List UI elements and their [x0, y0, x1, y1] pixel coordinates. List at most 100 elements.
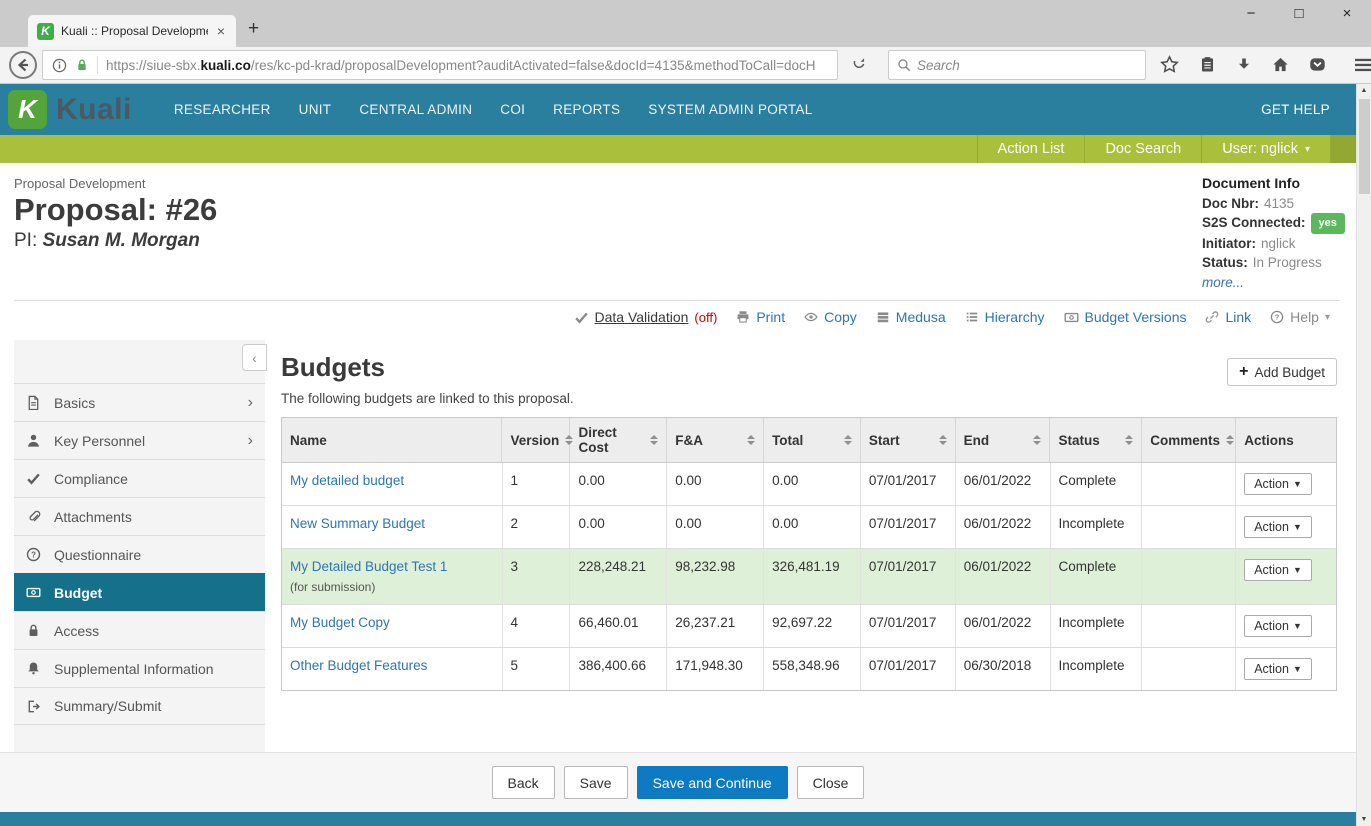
save-and-continue-button[interactable]: Save and Continue	[637, 766, 788, 799]
column-header-start[interactable]: Start	[861, 418, 956, 462]
toolbar-item-hierarchy[interactable]: Hierarchy	[965, 309, 1045, 325]
column-header-status[interactable]: Status	[1050, 418, 1142, 462]
toolbar-item-medusa[interactable]: Medusa	[876, 309, 946, 325]
toolbar-item-link[interactable]: Link	[1205, 309, 1251, 325]
clipboard-icon[interactable]	[1199, 56, 1216, 73]
sort-icon[interactable]	[747, 435, 755, 445]
browser-tab[interactable]: K Kuali :: Proposal Developme ×	[28, 15, 236, 47]
bookmark-star-icon[interactable]	[1160, 55, 1179, 74]
sort-icon[interactable]	[1226, 435, 1234, 445]
url-bar[interactable]: https://siue-sbx.kuali.co/res/kc-pd-krad…	[42, 50, 838, 80]
sidebar-item-supplemental-information[interactable]: Supplemental Information	[14, 649, 265, 687]
toolbar-item-data-validation[interactable]: Data Validation (off)	[574, 309, 718, 325]
budget-name-link[interactable]: My Detailed Budget Test 1	[290, 559, 447, 574]
sidebar-item-compliance[interactable]: Compliance	[14, 459, 265, 497]
nav-item-system-admin-portal[interactable]: SYSTEM ADMIN PORTAL	[648, 102, 812, 117]
lock-secure-icon[interactable]	[75, 58, 89, 72]
close-button[interactable]: Close	[797, 766, 865, 799]
portal-item-action-list[interactable]: Action List	[977, 135, 1085, 163]
window-minimize-button[interactable]: −	[1243, 5, 1259, 22]
get-help-link[interactable]: GET HELP	[1261, 102, 1330, 117]
sort-icon[interactable]	[939, 435, 947, 445]
portal-item-doc-search[interactable]: Doc Search	[1084, 135, 1201, 163]
sidebar-item-attachments[interactable]: Attachments	[14, 497, 265, 535]
banknote-icon	[1064, 310, 1079, 325]
kuali-favicon: K	[37, 23, 54, 40]
window-maximize-button[interactable]: □	[1291, 5, 1307, 22]
sidebar-item-key-personnel[interactable]: Key Personnel›	[14, 421, 265, 459]
reload-icon[interactable]	[852, 57, 866, 71]
portal-item-user-nglick[interactable]: User: nglick▾	[1201, 135, 1330, 163]
nav-item-central-admin[interactable]: CENTRAL ADMIN	[359, 102, 472, 117]
budget-note: (for submission)	[290, 580, 494, 594]
column-header-direct-cost[interactable]: Direct Cost	[570, 418, 667, 462]
toolbar-item-help[interactable]: ?Help▾	[1270, 309, 1330, 325]
paperclip-icon	[26, 509, 41, 524]
more-link[interactable]: more...	[1202, 273, 1345, 292]
nav-item-unit[interactable]: UNIT	[299, 102, 332, 117]
svg-text:?: ?	[31, 550, 36, 559]
cell-total: 326,481.19	[764, 549, 861, 604]
sidebar-item-questionnaire[interactable]: ?Questionnaire	[14, 535, 265, 573]
toolbar-item-copy[interactable]: Copy	[804, 309, 857, 325]
new-tab-button[interactable]: +	[248, 19, 259, 38]
action-button[interactable]: Action▼	[1244, 473, 1312, 495]
nav-item-reports[interactable]: REPORTS	[553, 102, 620, 117]
scrollbar-up-icon[interactable]: ▲	[1357, 87, 1371, 94]
cell-direct-cost: 228,248.21	[570, 549, 667, 604]
search-box[interactable]	[888, 50, 1146, 80]
action-button[interactable]: Action▼	[1244, 658, 1312, 680]
chevron-right-icon: ›	[248, 394, 253, 412]
sidebar-item-budget[interactable]: Budget	[14, 573, 265, 611]
back-icon[interactable]	[8, 50, 38, 80]
action-button[interactable]: Action▼	[1244, 615, 1312, 637]
back-button[interactable]: Back	[492, 766, 555, 799]
column-header-version[interactable]: Version	[502, 418, 570, 462]
sidebar-item-access[interactable]: Access	[14, 611, 265, 649]
search-input[interactable]	[917, 58, 1117, 73]
sidebar-collapse-button[interactable]: ‹	[242, 344, 267, 371]
sort-icon[interactable]	[650, 435, 658, 445]
docinfo-row-status: Status:In Progress	[1202, 253, 1345, 272]
sidebar-item-label: Budget	[54, 585, 102, 601]
cell-fa: 171,948.30	[667, 648, 764, 690]
nav-item-coi[interactable]: COI	[500, 102, 525, 117]
column-header-f-a[interactable]: F&A	[667, 418, 764, 462]
nav-item-researcher[interactable]: RESEARCHER	[174, 102, 271, 117]
menu-hamburger-icon[interactable]	[1354, 58, 1371, 72]
scrollbar-thumb[interactable]	[1359, 99, 1370, 194]
column-header-end[interactable]: End	[956, 418, 1051, 462]
budget-name-link[interactable]: My Budget Copy	[290, 615, 390, 630]
action-button[interactable]: Action▼	[1244, 559, 1312, 581]
column-header-total[interactable]: Total	[764, 418, 861, 462]
sort-icon[interactable]	[844, 435, 852, 445]
column-label: Name	[290, 433, 327, 448]
kuali-logo-icon[interactable]: K	[8, 90, 47, 129]
download-icon[interactable]	[1236, 57, 1252, 73]
sort-icon[interactable]	[1033, 435, 1041, 445]
column-header-name: Name	[282, 418, 502, 462]
toolbar-item-print[interactable]: Print	[736, 309, 785, 325]
add-budget-button[interactable]: + Add Budget	[1227, 358, 1337, 386]
window-close-button[interactable]: ×	[1339, 5, 1355, 22]
toolbar-item-budget-versions[interactable]: Budget Versions	[1064, 309, 1187, 325]
home-icon[interactable]	[1272, 56, 1289, 73]
table-row: My Budget Copy466,460.0126,237.2192,697.…	[282, 605, 1336, 648]
tab-close-icon[interactable]: ×	[215, 23, 227, 39]
budget-name-link[interactable]: Other Budget Features	[290, 658, 427, 673]
sidebar-item-summary-submit[interactable]: Summary/Submit	[14, 687, 265, 725]
scrollbar-down-icon[interactable]: ▼	[1357, 816, 1371, 823]
sort-icon[interactable]	[1125, 435, 1133, 445]
sidebar-item-basics[interactable]: Basics›	[14, 383, 265, 421]
signout-icon	[26, 699, 41, 714]
info-icon[interactable]	[52, 58, 67, 73]
search-icon	[897, 58, 911, 72]
budget-name-link[interactable]: My detailed budget	[290, 473, 404, 488]
page-scrollbar[interactable]: ▲ ▼	[1356, 84, 1371, 826]
action-button[interactable]: Action▼	[1244, 516, 1312, 538]
budget-name-link[interactable]: New Summary Budget	[290, 516, 425, 531]
pocket-icon[interactable]	[1309, 56, 1326, 73]
column-header-comments[interactable]: Comments	[1142, 418, 1236, 462]
primary-nav: RESEARCHER UNIT CENTRAL ADMIN COI REPORTS SYS…	[174, 102, 813, 117]
save-button[interactable]: Save	[564, 766, 628, 799]
